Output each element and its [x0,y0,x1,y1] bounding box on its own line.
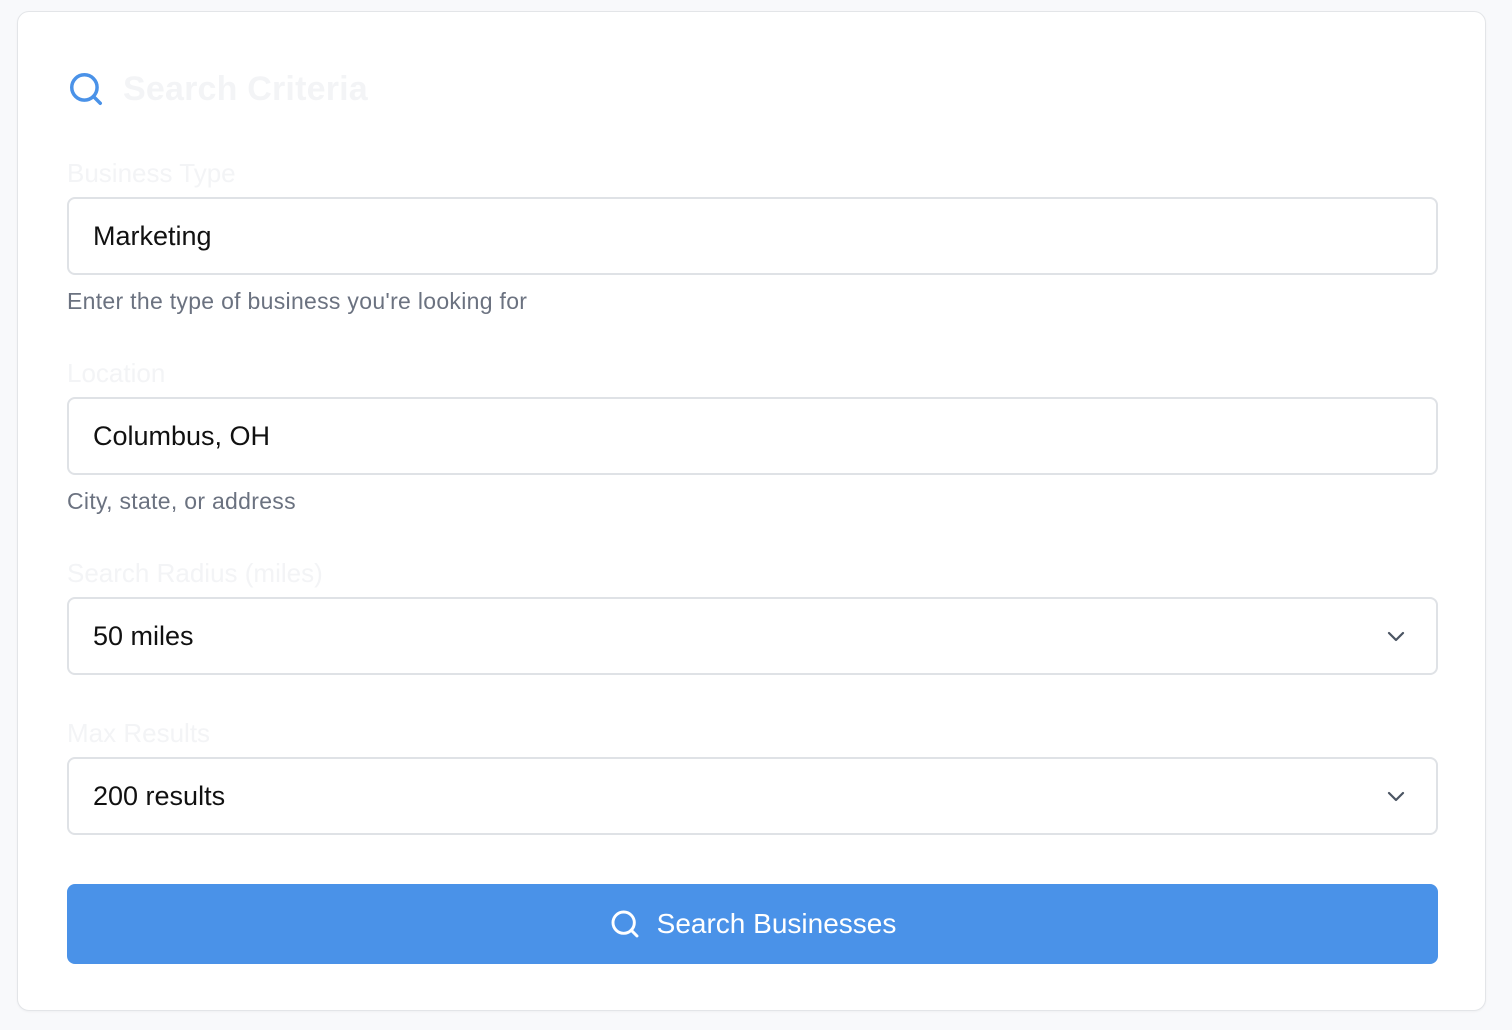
radius-selected-value: 50 miles [93,620,194,651]
max-results-selected-value: 200 results [93,780,226,811]
business-type-input[interactable]: Marketing [67,197,1438,275]
business-type-value: Marketing [93,220,212,251]
location-hint: City, state, or address [67,488,296,514]
card-header: Search Criteria [67,67,368,111]
search-businesses-button[interactable]: Search Businesses [67,884,1438,964]
search-businesses-label: Search Businesses [656,908,897,939]
max-results-label: Max Results [67,718,211,748]
location-input[interactable]: Columbus, OH [67,397,1438,475]
search-icon [609,908,641,940]
chevron-down-icon [1384,784,1408,808]
radius-select[interactable]: 50 miles [67,597,1438,675]
radius-label: Search Radius (miles) [67,558,323,588]
chevron-down-icon [1384,624,1408,648]
location-label: Location [67,358,166,388]
search-criteria-card: Search Criteria Business Type Marketing … [17,11,1486,1011]
card-title: Search Criteria [123,69,368,108]
business-type-label: Business Type [67,158,236,188]
max-results-select[interactable]: 200 results [67,757,1438,835]
business-type-hint: Enter the type of business you're lookin… [67,288,528,314]
location-value: Columbus, OH [93,420,271,451]
search-icon [67,70,105,108]
